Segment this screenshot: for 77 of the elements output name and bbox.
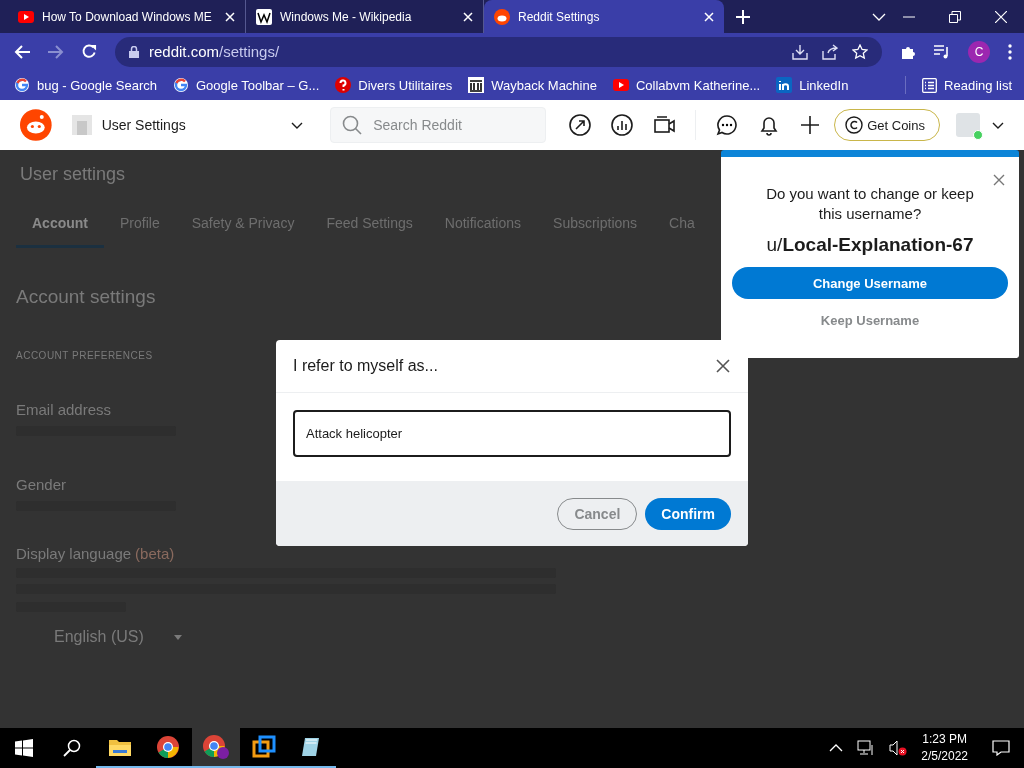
field-label: Display language: [16, 545, 132, 562]
google-icon: [14, 77, 30, 93]
chrome-icon[interactable]: [156, 735, 180, 759]
question-icon: [335, 77, 352, 93]
bookmark[interactable]: Google Toolbar – G...: [172, 77, 320, 93]
chat-icon[interactable]: [716, 114, 739, 136]
user-menu[interactable]: [956, 113, 1004, 137]
forward-icon[interactable]: [48, 44, 64, 59]
community-dropdown[interactable]: User Settings: [69, 115, 312, 135]
bookmark[interactable]: Collabvm Katherine...: [612, 77, 761, 93]
bookmark[interactable]: bug - Google Search: [14, 77, 157, 93]
page-title: User settings: [20, 164, 126, 185]
chevron-up-icon[interactable]: [829, 744, 844, 752]
chart-icon[interactable]: [611, 114, 634, 136]
reddit-logo[interactable]: [20, 109, 52, 141]
google-icon: [172, 77, 189, 93]
restore-icon[interactable]: [949, 10, 961, 23]
settings-tab[interactable]: Account: [16, 205, 104, 248]
chrome-icon[interactable]: [202, 734, 230, 760]
chevron-down-icon[interactable]: [872, 12, 886, 21]
beta-label: (beta): [135, 545, 175, 562]
reddit-icon: [494, 8, 510, 25]
linkedin-icon: [776, 77, 793, 93]
get-coins-button[interactable]: Get Coins: [834, 109, 940, 141]
share-icon[interactable]: [822, 43, 838, 60]
chevron-down-icon: [992, 121, 1004, 129]
coin-icon: [845, 116, 864, 134]
bookmark[interactable]: Divers Utilitaires: [335, 77, 453, 93]
clock[interactable]: 1:23 PM 2/5/2022: [921, 731, 968, 765]
section-title: Account settings: [16, 286, 156, 308]
change-username-button[interactable]: Change Username: [732, 267, 1008, 299]
network-icon[interactable]: [857, 740, 876, 756]
chevron-down-icon: [291, 121, 304, 129]
windows-squares-icon[interactable]: [252, 735, 276, 759]
confirm-button[interactable]: Confirm: [645, 497, 731, 530]
minimize-icon[interactable]: [903, 15, 915, 18]
windows-logo: [15, 739, 33, 757]
bookmark[interactable]: Wayback Machine: [468, 77, 597, 93]
name-input[interactable]: Attack helicopter: [293, 410, 731, 457]
more-icon[interactable]: [1008, 43, 1012, 60]
caret-icon: [173, 634, 182, 640]
field-label: Email address: [16, 401, 112, 418]
profile-avatar[interactable]: C: [968, 40, 990, 63]
popup-question: Do you want to change or keep this username?: [765, 184, 975, 224]
search-icon: [342, 115, 363, 135]
building-icon: [468, 77, 485, 93]
new-tab-icon[interactable]: [736, 9, 750, 24]
search-field[interactable]: Search Reddit: [330, 107, 547, 143]
youtube-icon: [18, 10, 34, 23]
field-label: Gender: [16, 476, 67, 493]
group-label: ACCOUNT PREFERENCES: [16, 350, 153, 361]
plus-icon[interactable]: [800, 115, 821, 135]
download-icon[interactable]: [792, 43, 808, 60]
close-icon[interactable]: [716, 359, 730, 373]
lock-icon: [129, 45, 139, 58]
reading-list-button[interactable]: Reading list: [922, 77, 1012, 93]
trending-icon[interactable]: [569, 114, 592, 136]
list-icon: [922, 77, 938, 93]
username: u/Local-Explanation-67: [766, 234, 974, 256]
avatar-placeholder-icon: [71, 115, 92, 135]
browser-tab[interactable]: Reddit Settings: [484, 0, 724, 33]
wikipedia-icon: [256, 8, 272, 25]
star-icon[interactable]: [852, 43, 868, 60]
dialog-title: I refer to myself as...: [293, 357, 438, 375]
bookmark[interactable]: LinkedIn: [776, 77, 849, 93]
notification-icon[interactable]: [992, 740, 1010, 756]
address-bar[interactable]: reddit.com/settings/: [115, 36, 882, 67]
back-icon[interactable]: [14, 44, 30, 59]
playlist-icon[interactable]: [934, 44, 950, 59]
muted-speaker-icon[interactable]: [889, 740, 908, 756]
search-icon: [63, 739, 81, 757]
reload-icon[interactable]: [82, 44, 97, 59]
youtube-icon: [612, 79, 629, 91]
taskbar-app[interactable]: [192, 728, 240, 768]
folder-icon[interactable]: [108, 737, 132, 757]
video-icon[interactable]: [653, 114, 676, 136]
keep-username-button[interactable]: Keep Username: [812, 309, 928, 332]
